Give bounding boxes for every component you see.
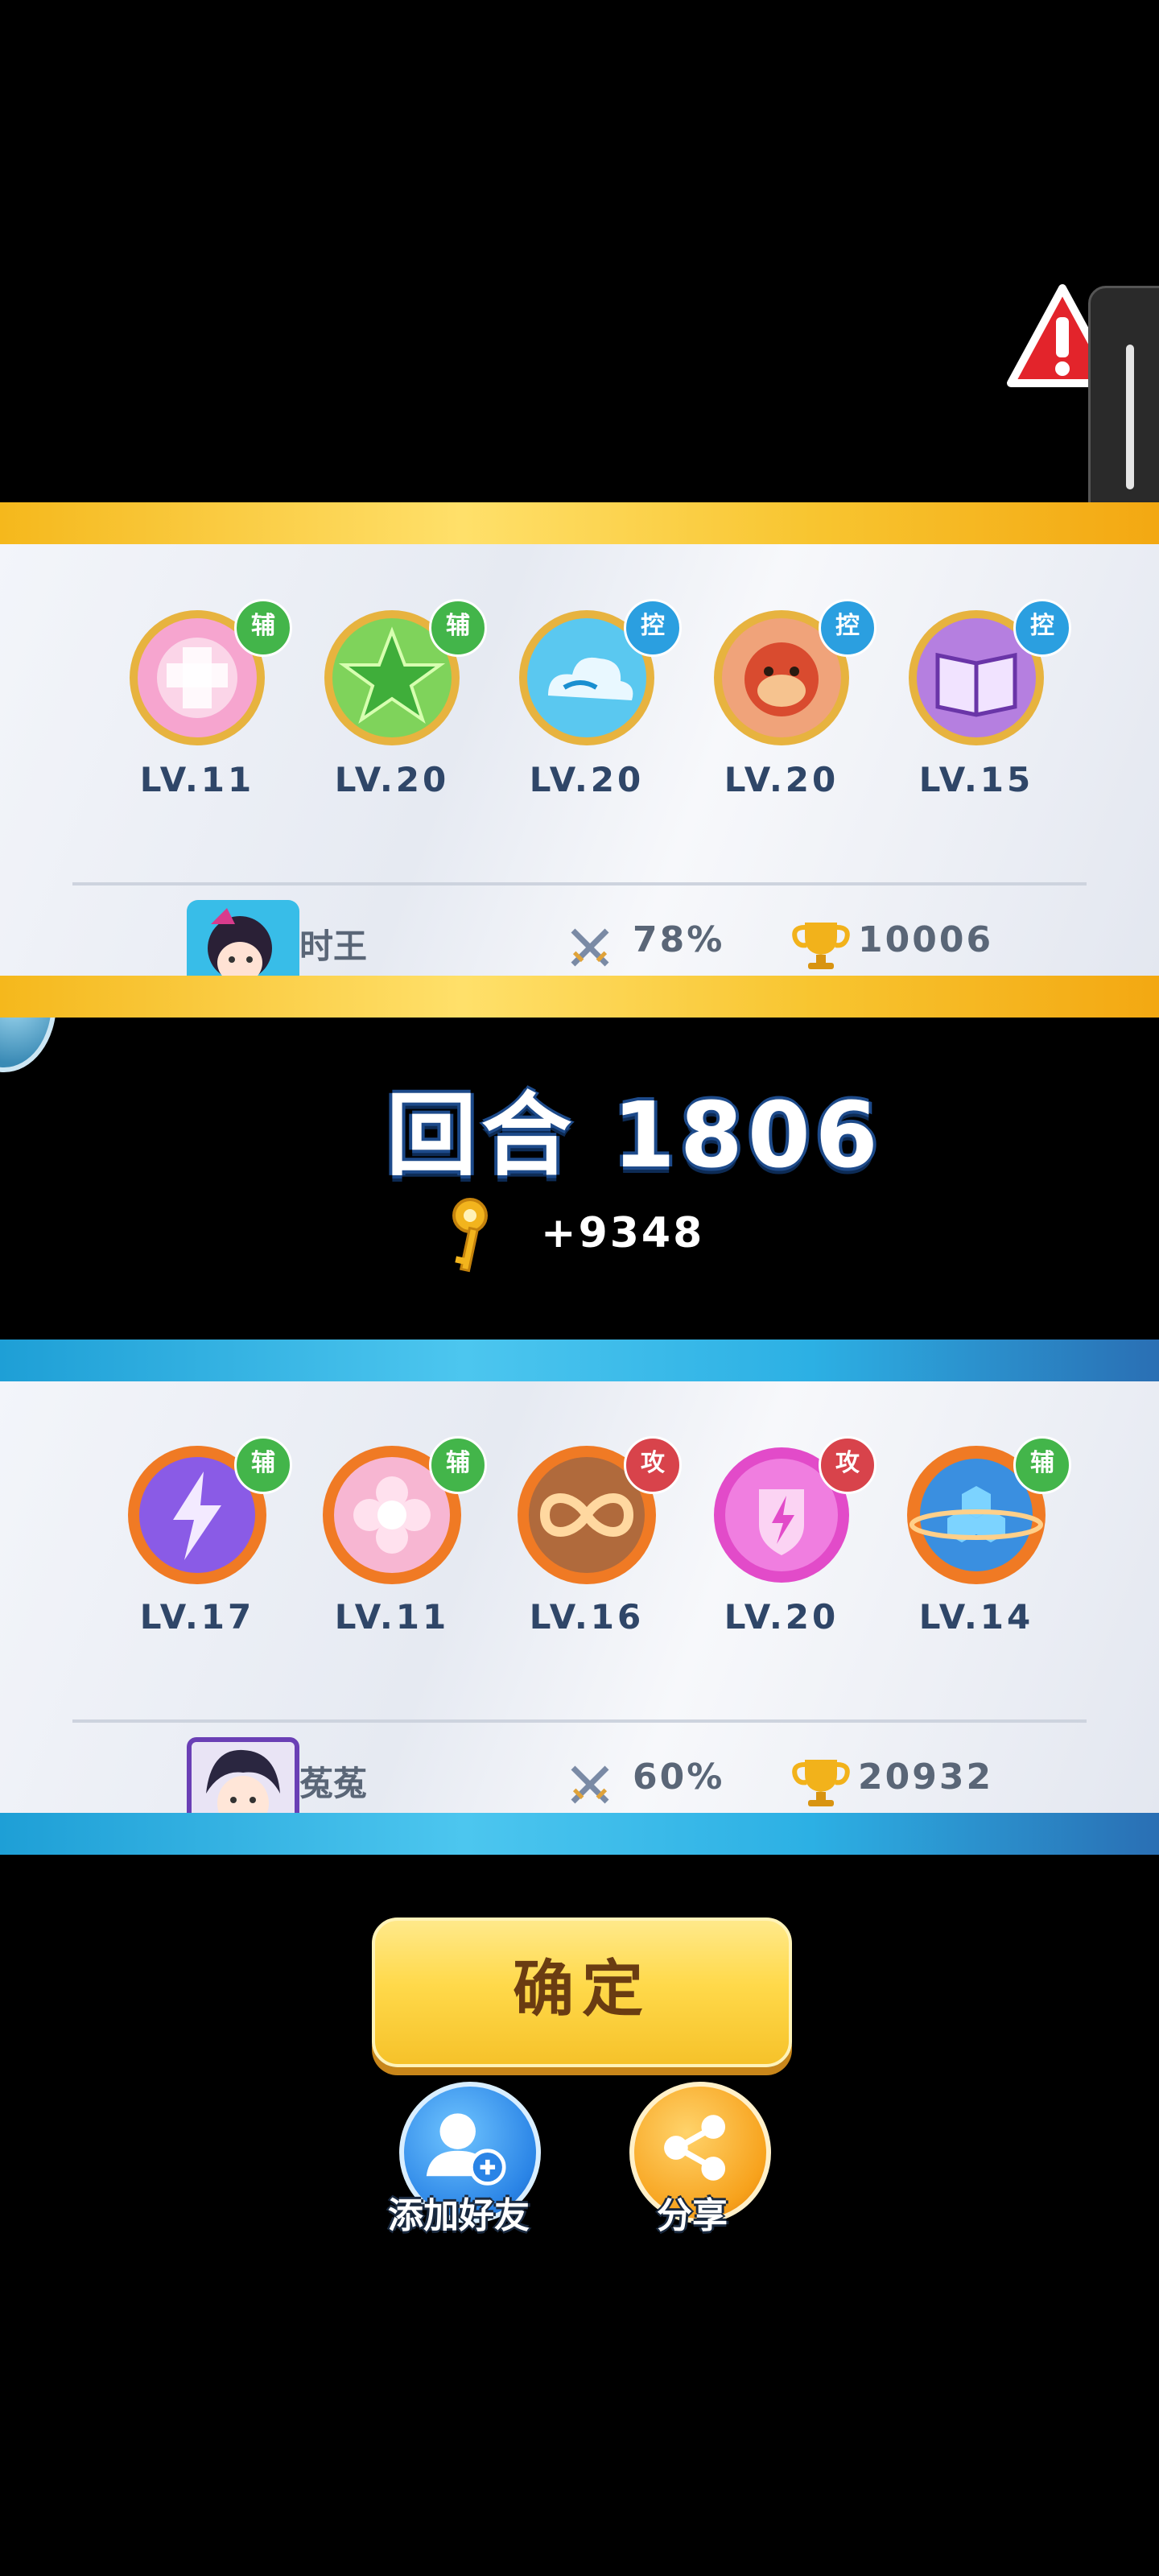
skill-level: LV.15 [918, 760, 1034, 799]
skill-card[interactable]: 控 LV.20 [506, 599, 682, 816]
skill-level: LV.20 [334, 760, 450, 799]
panel-body: 辅 LV.17 辅 LV.11 攻 LV.16 攻 LV.20 辅 LV.14 … [0, 1381, 1159, 1859]
skill-type-tag: 辅 [234, 1436, 292, 1494]
skill-type-tag: 辅 [429, 599, 487, 657]
skill-level: LV.20 [724, 1597, 839, 1637]
add-friend-label: 添加好友 [388, 2195, 530, 2236]
skill-level: LV.20 [724, 760, 839, 799]
skill-card[interactable]: 辅 LV.11 [311, 1436, 487, 1653]
skill-type-tag: 控 [624, 599, 682, 657]
skill-type-tag: 辅 [1013, 1436, 1071, 1494]
skill-type-tag: 攻 [624, 1436, 682, 1494]
panel-stripe [0, 976, 1159, 1018]
trophy-count: 10006 [858, 919, 994, 960]
panel-stripe [0, 1340, 1159, 1381]
skill-level: LV.11 [334, 1597, 450, 1637]
skill-type-tag: 辅 [234, 599, 292, 657]
skill-type-tag: 攻 [819, 1436, 876, 1494]
skill-level: LV.20 [529, 760, 645, 799]
skill-card[interactable]: 控 LV.20 [701, 599, 876, 816]
panel-stripe [0, 1813, 1159, 1855]
player-name: 时王 [299, 927, 368, 966]
panel-stripe [0, 502, 1159, 544]
crossed-swords-icon [571, 928, 609, 967]
trophy-icon [792, 1760, 850, 1806]
skill-level: LV.17 [139, 1597, 255, 1637]
skill-card[interactable]: 辅 LV.11 [117, 599, 292, 816]
divider [72, 1719, 1087, 1723]
skill-card[interactable]: 辅 LV.14 [896, 1436, 1071, 1653]
skill-card[interactable]: 控 LV.15 [896, 599, 1071, 816]
trophy-count: 20932 [858, 1757, 994, 1798]
key-icon [452, 1198, 488, 1273]
skill-level: LV.14 [918, 1597, 1034, 1637]
skill-type-tag: 控 [1013, 599, 1071, 657]
skill-card[interactable]: 辅 LV.20 [311, 599, 487, 816]
divider [72, 882, 1087, 886]
skill-card[interactable]: 攻 LV.20 [701, 1436, 876, 1653]
skill-card[interactable]: 辅 LV.17 [117, 1436, 292, 1653]
skill-level: LV.11 [139, 760, 255, 799]
confirm-button[interactable]: 确定 [372, 1918, 792, 2067]
skill-level: LV.16 [529, 1597, 645, 1637]
win-rate: 60% [633, 1757, 725, 1798]
skill-card[interactable]: 攻 LV.16 [506, 1436, 682, 1653]
skill-type-tag: 控 [819, 599, 876, 657]
share-label: 分享 [657, 2195, 728, 2236]
confirm-button-label: 确定 [513, 1953, 651, 2025]
key-reward: +9348 [541, 1209, 705, 1257]
panel-body: 辅 LV.11 辅 LV.20 控 LV.20 控 LV.20 控 LV.15 … [0, 544, 1159, 1022]
bottom-team-panel: 辅 LV.17 辅 LV.11 攻 LV.16 攻 LV.20 辅 LV.14 … [0, 1340, 1159, 1859]
trophy-icon [792, 923, 850, 969]
skill-type-tag: 辅 [429, 1436, 487, 1494]
top-team-panel: 辅 LV.11 辅 LV.20 控 LV.20 控 LV.20 控 LV.15 … [0, 502, 1159, 1022]
crossed-swords-icon [571, 1765, 609, 1804]
player-name: 菟菟 [299, 1764, 368, 1803]
round-counter: 回合 1806 [386, 1084, 883, 1188]
win-rate: 78% [633, 919, 725, 960]
